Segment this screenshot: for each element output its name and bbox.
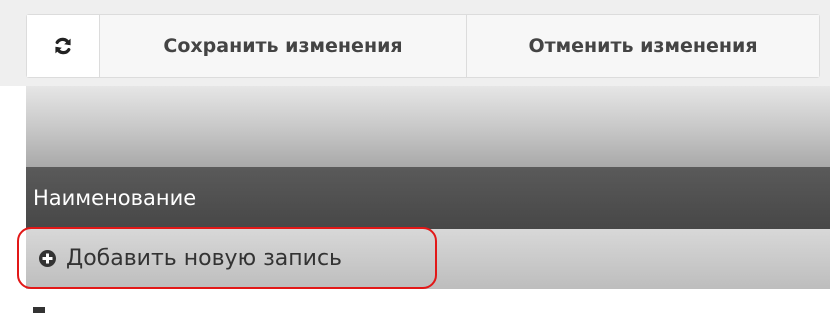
add-record-label: Добавить новую запись xyxy=(66,245,342,271)
row-text-fragment xyxy=(33,307,45,313)
save-changes-button[interactable]: Сохранить изменения xyxy=(100,15,467,77)
add-record-button[interactable]: Добавить новую запись xyxy=(17,227,437,289)
column-header-name[interactable]: Наименование xyxy=(26,186,196,210)
toolbar-area: Сохранить изменения Отменить изменения xyxy=(0,0,830,86)
plus-circle-icon xyxy=(39,249,56,267)
grid-header-bar xyxy=(26,86,830,167)
column-header-row: Наименование xyxy=(26,167,830,229)
cancel-changes-button[interactable]: Отменить изменения xyxy=(467,15,819,77)
refresh-button[interactable] xyxy=(27,15,100,77)
grid-toolbar: Сохранить изменения Отменить изменения xyxy=(26,14,820,78)
table-row xyxy=(26,289,830,313)
refresh-icon xyxy=(55,37,71,55)
